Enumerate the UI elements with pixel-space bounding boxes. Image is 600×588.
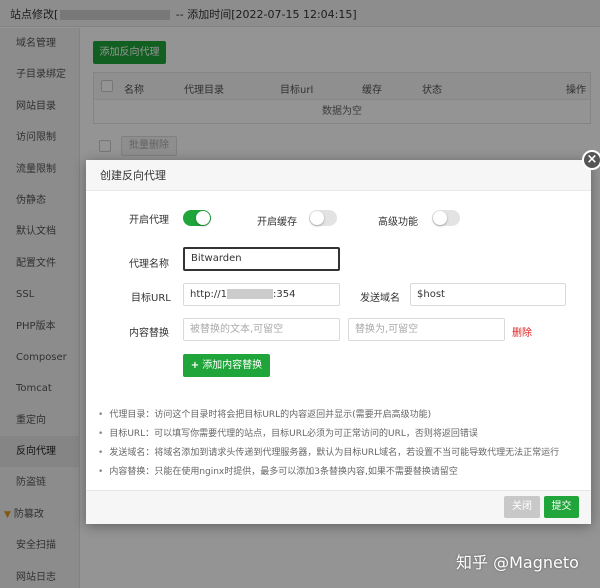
replace-to-input[interactable]: 替换为,可留空 xyxy=(348,318,505,341)
dialog-title: 创建反向代理 xyxy=(86,160,591,191)
target-url-label: 目标URL xyxy=(131,293,171,304)
delete-replace-link[interactable]: 删除 xyxy=(512,324,532,339)
submit-button[interactable]: 提交 xyxy=(544,496,579,518)
enable-proxy-label: 开启代理 xyxy=(129,215,169,226)
watermark-text: 知乎 @Magneto xyxy=(456,553,579,572)
enable-cache-toggle[interactable] xyxy=(309,210,337,226)
close-icon[interactable]: × xyxy=(582,150,600,170)
add-replace-button[interactable]: + 添加内容替换 xyxy=(183,354,270,377)
proxy-name-input[interactable]: Bitwarden xyxy=(183,247,340,271)
proxy-name-label: 代理名称 xyxy=(129,259,169,270)
target-url-input[interactable]: http://1:354 xyxy=(183,283,340,306)
tip-item: 发送域名：将域名添加到请求头传递到代理服务器，默认为目标URL域名，若设置不当可… xyxy=(98,444,588,463)
send-domain-label: 发送域名 xyxy=(360,293,400,304)
enable-cache-label: 开启缓存 xyxy=(257,217,297,228)
redacted-ip xyxy=(227,289,273,299)
close-button[interactable]: 关闭 xyxy=(504,496,540,518)
tip-item: 目标URL：可以填写你需要代理的站点，目标URL必须为可正常访问的URL，否则将… xyxy=(98,425,588,444)
send-domain-input[interactable]: $host xyxy=(410,283,566,306)
tip-item: 内容替换：只能在使用nginx时提供，最多可以添加3条替换内容,如果不需要替换请… xyxy=(98,463,588,482)
advanced-toggle[interactable] xyxy=(432,210,460,226)
content-replace-label: 内容替换 xyxy=(129,328,169,339)
tip-item: 代理目录：访问这个目录时将会把目标URL的内容返回并显示(需要开启高级功能) xyxy=(98,406,588,425)
enable-proxy-toggle[interactable] xyxy=(183,210,211,226)
plus-icon: + xyxy=(190,360,200,371)
replace-from-input[interactable]: 被替换的文本,可留空 xyxy=(183,318,340,341)
help-tips: 代理目录：访问这个目录时将会把目标URL的内容返回并显示(需要开启高级功能) 目… xyxy=(98,406,588,482)
advanced-label: 高级功能 xyxy=(378,217,418,228)
